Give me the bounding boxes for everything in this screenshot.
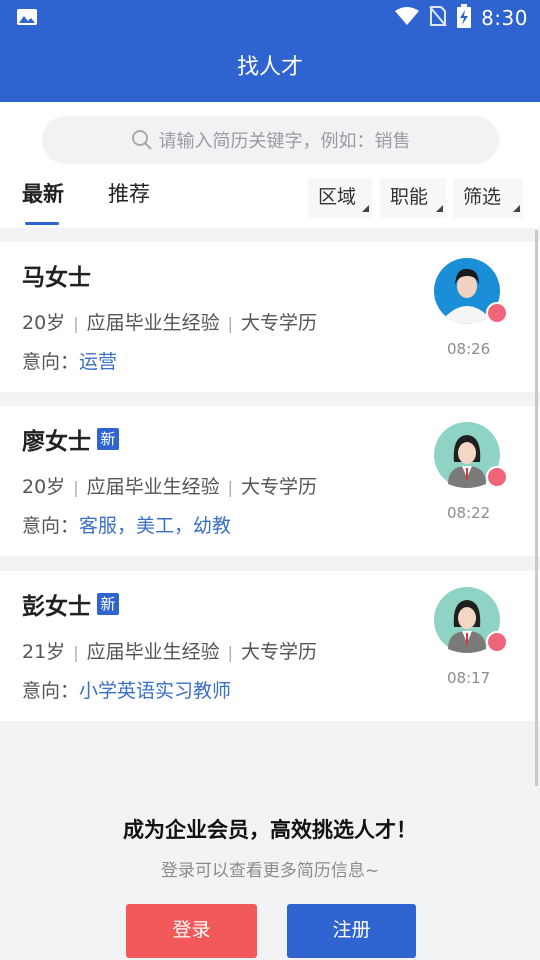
tab-bar: 最新 推荐 区域 职能 筛选 — [0, 170, 540, 228]
candidate-education: 大专学历 — [240, 312, 317, 334]
candidate-info: 20岁 | 应届毕业生经验 | 大专学历 — [22, 312, 317, 334]
candidate-age: 21岁 — [22, 641, 66, 663]
battery-charging-icon — [457, 4, 472, 32]
search-area: 请输入简历关键字，例如：销售 — [0, 102, 540, 170]
member-prompt-title: 成为企业会员，高效挑选人才！ — [123, 818, 417, 842]
dropdown-triangle-icon — [513, 205, 520, 212]
search-input[interactable]: 请输入简历关键字，例如：销售 — [42, 116, 499, 164]
intent-label: 意向： — [22, 351, 80, 373]
filter-area-label: 区域 — [318, 186, 357, 208]
wifi-icon — [395, 7, 420, 29]
candidate-intent: 意向：运营 — [22, 347, 117, 374]
candidate-intent: 意向：客服，美工，幼教 — [22, 511, 231, 538]
page-title: 找人才 — [236, 55, 303, 80]
tab-recommend[interactable]: 推荐 — [108, 178, 150, 208]
candidate-age: 20岁 — [22, 476, 66, 498]
view-badge-icon — [486, 466, 508, 488]
intent-value: 小学英语实习教师 — [79, 680, 232, 702]
update-time: 08:22 — [447, 504, 491, 522]
intent-value: 运营 — [79, 351, 118, 373]
active-tab-indicator — [25, 222, 59, 225]
register-button[interactable]: 注册 — [287, 904, 416, 958]
candidate-card[interactable]: 廖女士 新 20岁 | 应届毕业生经验 | 大专学历 意向：客服，美工，幼教 08:22 — [0, 406, 540, 556]
intent-label: 意向： — [22, 515, 80, 537]
scrollbar[interactable] — [535, 230, 538, 786]
candidate-age: 20岁 — [22, 312, 66, 334]
status-time: 8:30 — [481, 6, 528, 30]
filter-more-dropdown[interactable]: 筛选 — [453, 178, 523, 218]
candidate-info: 20岁 | 应届毕业生经验 | 大专学历 — [22, 476, 317, 498]
filter-more-label: 筛选 — [463, 186, 502, 208]
new-badge: 新 — [97, 593, 119, 615]
update-time: 08:26 — [447, 340, 491, 358]
search-icon — [131, 129, 153, 151]
candidate-card[interactable]: 马女士 20岁 | 应届毕业生经验 | 大专学历 意向：运营 08:26 — [0, 242, 540, 392]
member-prompt-subtitle: 登录可以查看更多简历信息~ — [160, 861, 380, 881]
candidate-experience: 应届毕业生经验 — [86, 476, 220, 498]
dropdown-triangle-icon — [436, 205, 443, 212]
search-placeholder: 请输入简历关键字，例如：销售 — [158, 131, 411, 152]
no-sim-icon — [429, 5, 447, 31]
candidate-name: 廖女士 — [22, 429, 91, 455]
view-badge-icon — [486, 631, 508, 653]
view-badge-icon — [486, 302, 508, 324]
female-avatar-icon — [434, 422, 508, 488]
candidate-info: 21岁 | 应届毕业生经验 | 大专学历 — [22, 641, 317, 663]
candidate-name: 彭女士 — [22, 594, 91, 620]
status-bar: 8:30 — [0, 0, 540, 36]
candidate-education: 大专学历 — [240, 476, 317, 498]
candidate-intent: 意向：小学英语实习教师 — [22, 676, 231, 703]
female-avatar-icon — [434, 587, 508, 653]
candidate-education: 大专学历 — [240, 641, 317, 663]
intent-value: 客服，美工，幼教 — [79, 515, 232, 537]
new-badge: 新 — [97, 428, 119, 450]
candidate-name: 马女士 — [22, 265, 91, 291]
login-button[interactable]: 登录 — [126, 904, 257, 958]
app-header: 找人才 — [0, 36, 540, 102]
candidate-experience: 应届毕业生经验 — [86, 312, 220, 334]
photo-avatar-icon — [434, 258, 508, 324]
filter-area-dropdown[interactable]: 区域 — [308, 178, 372, 218]
gallery-icon — [16, 8, 38, 26]
candidate-card[interactable]: 彭女士 新 21岁 | 应届毕业生经验 | 大专学历 意向：小学英语实习教师 08:17 — [0, 571, 540, 721]
filter-function-label: 职能 — [390, 186, 429, 208]
tab-latest[interactable]: 最新 — [22, 178, 64, 208]
filter-function-dropdown[interactable]: 职能 — [380, 178, 446, 218]
dropdown-triangle-icon — [362, 205, 369, 212]
intent-label: 意向： — [22, 680, 80, 702]
update-time: 08:17 — [447, 669, 491, 687]
candidate-experience: 应届毕业生经验 — [86, 641, 220, 663]
